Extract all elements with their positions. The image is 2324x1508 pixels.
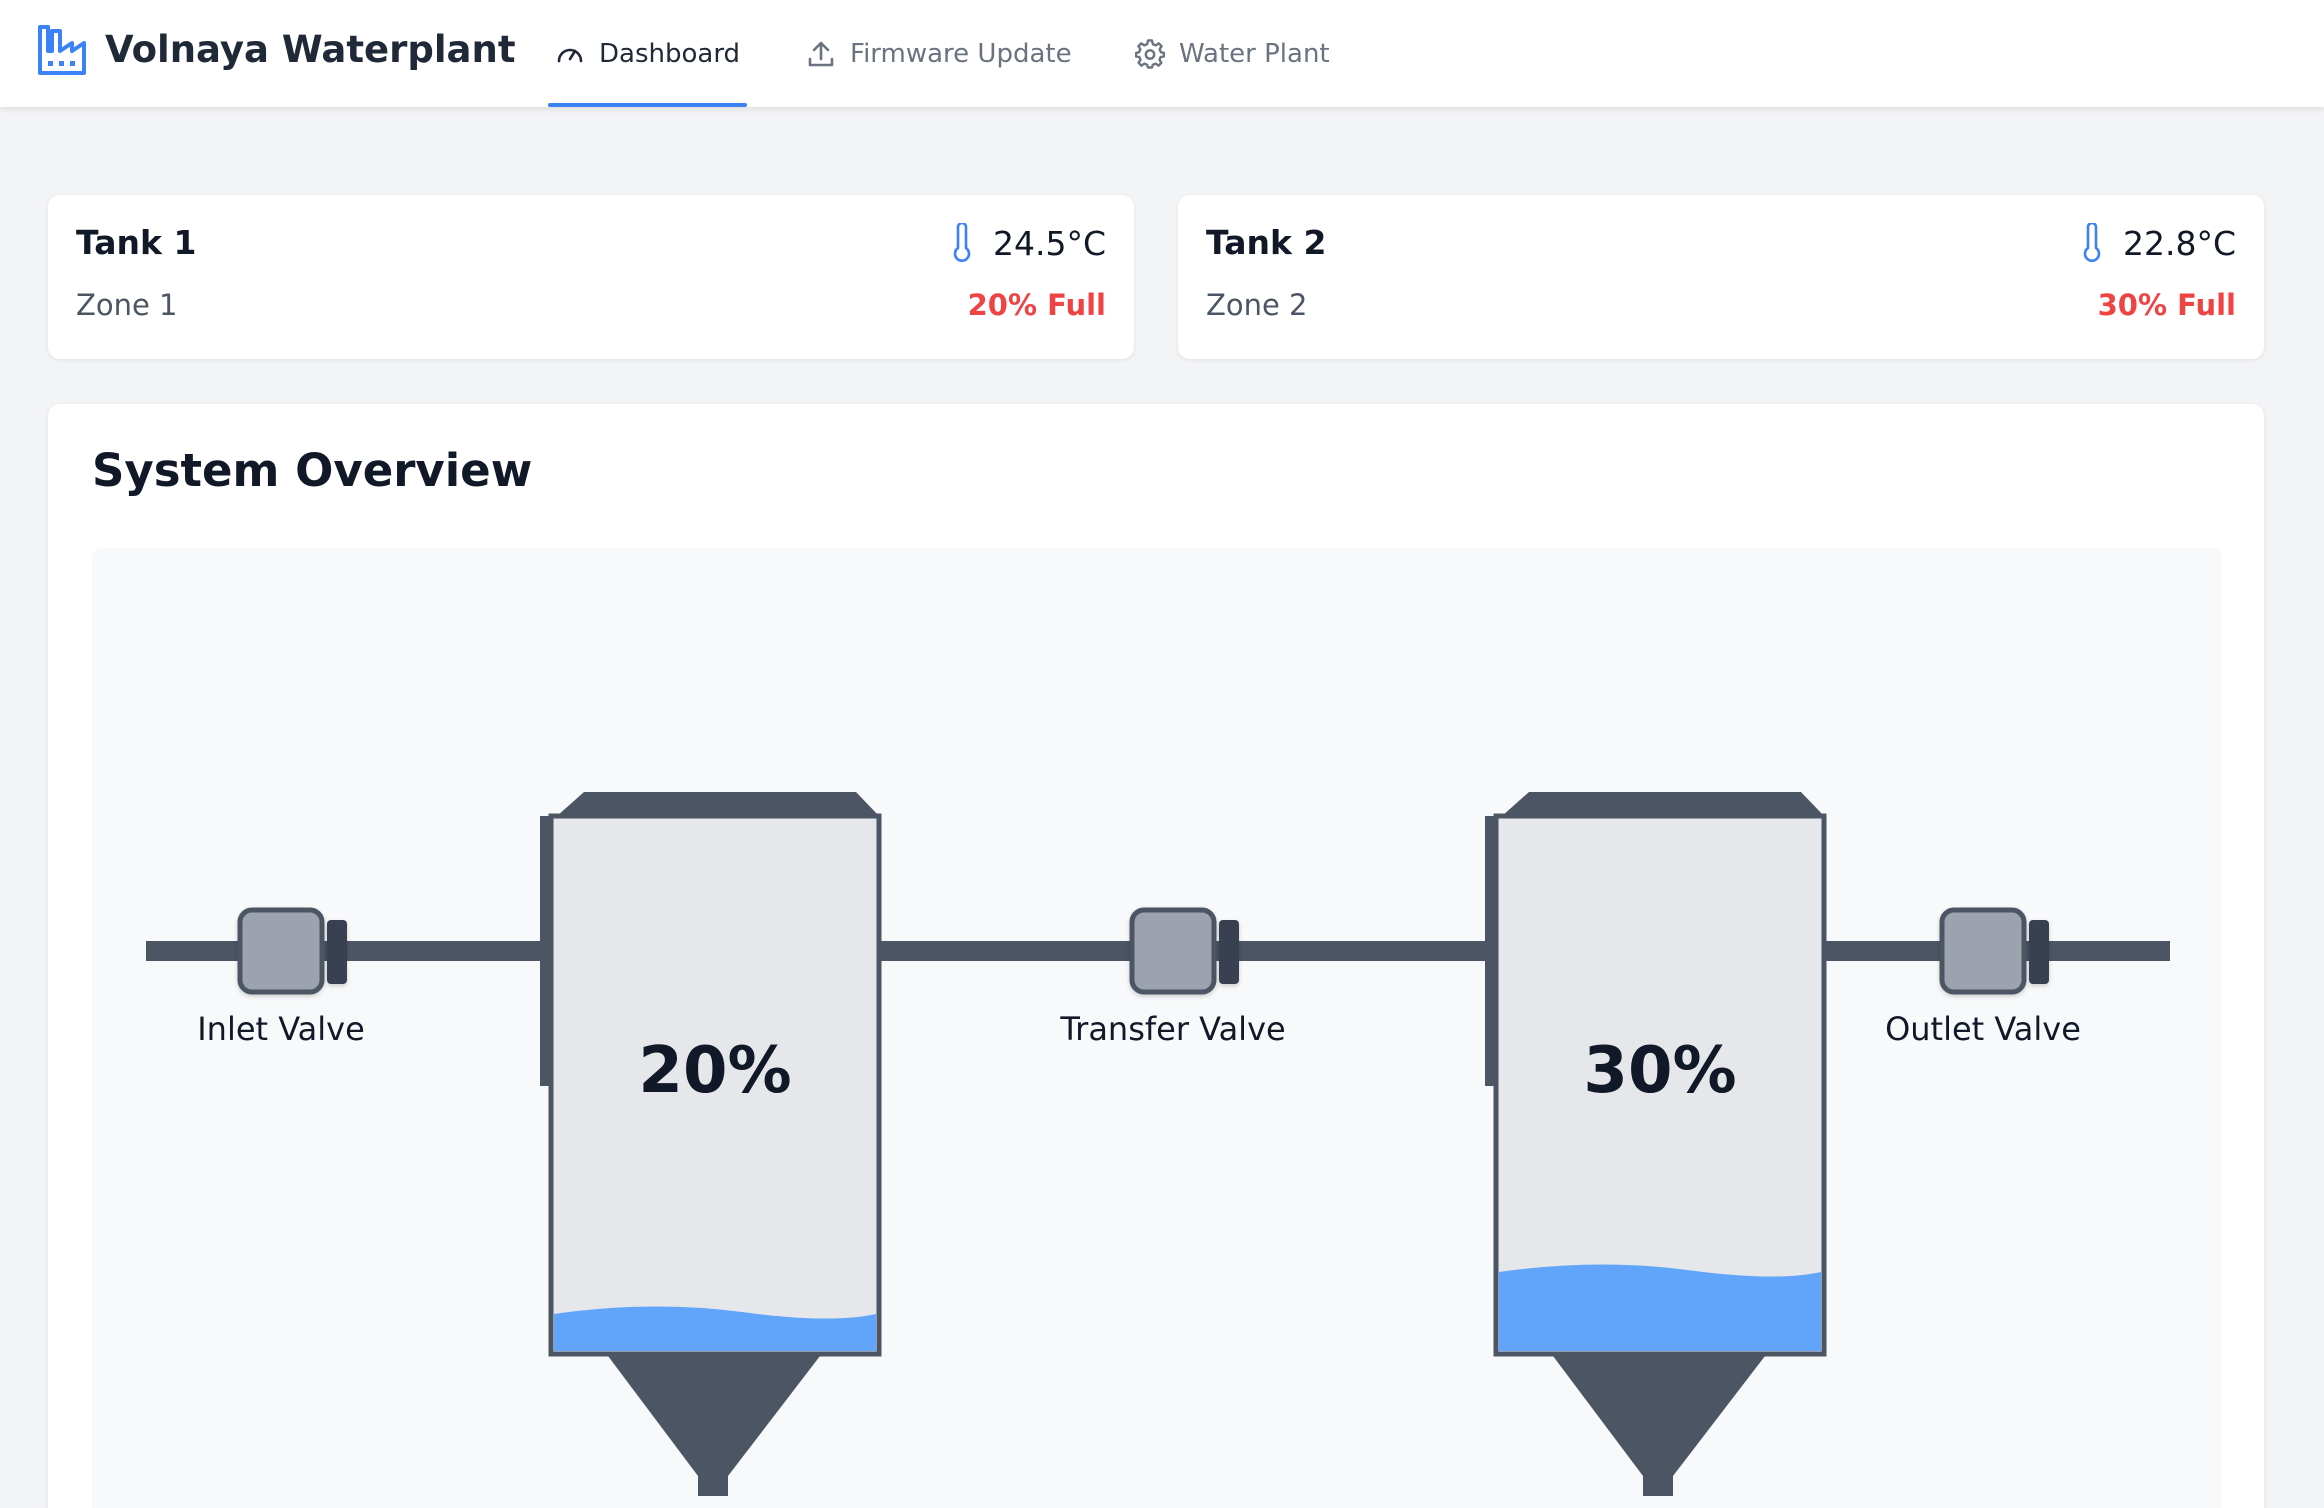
- tank-2-temperature-value: 22.8°C: [2122, 223, 2236, 263]
- transfer-valve[interactable]: [1129, 907, 1239, 995]
- thermometer-icon: [2083, 223, 2101, 262]
- thermometer-icon: [953, 223, 971, 262]
- gauge-icon: [557, 48, 583, 62]
- tank-2-lid: [1502, 792, 1824, 816]
- process-diagram: Inlet Valve 20% Transfer Valve 30% Outle…: [92, 548, 2222, 1508]
- tank-1-card: Tank 1 Zone 1 24.5°C 20% Full: [48, 195, 1134, 359]
- tank-2-outlet-spout: [1643, 1474, 1673, 1496]
- inlet-valve-handle[interactable]: [327, 920, 347, 984]
- tank-1-temperature-value: 24.5°C: [992, 223, 1106, 263]
- outlet-valve-label: Outlet Valve: [1885, 1010, 2081, 1048]
- factory-icon: [38, 25, 86, 75]
- tank-1-lid: [557, 792, 879, 816]
- tank-1-outlet-spout: [698, 1474, 728, 1496]
- tank-1-title: Tank 1: [76, 223, 197, 262]
- tank-2-card: Tank 2 Zone 2 22.8°C 30% Full: [1178, 195, 2264, 359]
- inlet-valve-body[interactable]: [237, 907, 325, 995]
- tank-1-hopper: [608, 1356, 820, 1476]
- tank-2-water: [1499, 1264, 1821, 1351]
- tank-2-graphic: 30%: [1485, 792, 1827, 1496]
- tank-2-temperature: 22.8°C: [2081, 223, 2236, 263]
- tab-water-plant[interactable]: Water Plant: [1135, 0, 1330, 107]
- tank-2-hopper: [1553, 1356, 1765, 1476]
- tank-1-graphic: 20%: [540, 792, 882, 1496]
- tab-dashboard[interactable]: Dashboard: [547, 0, 748, 107]
- tab-firmware-update-label: Firmware Update: [850, 38, 1072, 69]
- brand-title: Volnaya Waterplant: [105, 28, 516, 71]
- system-overview-title: System Overview: [92, 444, 533, 497]
- tab-dashboard-label: Dashboard: [599, 38, 741, 69]
- inlet-valve[interactable]: [237, 907, 347, 995]
- inlet-valve-label: Inlet Valve: [197, 1010, 365, 1048]
- tank-1-fill-level: 20% Full: [967, 288, 1106, 322]
- outlet-valve-handle[interactable]: [2029, 920, 2049, 984]
- tank-2-title: Tank 2: [1206, 223, 1327, 262]
- tank-2-fill-level: 30% Full: [2097, 288, 2236, 322]
- transfer-valve-body[interactable]: [1129, 907, 1217, 995]
- tank-2-level-label: 30%: [1583, 1034, 1736, 1108]
- outlet-valve[interactable]: [1939, 907, 2049, 995]
- gear-icon: [1135, 38, 1165, 69]
- tab-water-plant-label: Water Plant: [1179, 38, 1330, 69]
- tank-1-temperature: 24.5°C: [951, 223, 1106, 263]
- transfer-valve-label: Transfer Valve: [1059, 1010, 1285, 1048]
- process-diagram-svg: Inlet Valve 20% Transfer Valve 30% Outle…: [146, 792, 2170, 1496]
- tank-1-level-label: 20%: [638, 1034, 791, 1108]
- tab-firmware-update[interactable]: Firmware Update: [806, 0, 1072, 107]
- top-navigation-bar: Volnaya Waterplant Dashboard Firmware Up…: [0, 0, 2324, 107]
- outlet-valve-body[interactable]: [1939, 907, 2027, 995]
- tank-1-zone: Zone 1: [76, 288, 178, 322]
- tank-2-zone: Zone 2: [1206, 288, 1308, 322]
- transfer-valve-handle[interactable]: [1219, 920, 1239, 984]
- upload-icon: [808, 41, 834, 66]
- system-overview-panel: System Overview Inlet Valve 20% Transfer…: [48, 404, 2264, 1508]
